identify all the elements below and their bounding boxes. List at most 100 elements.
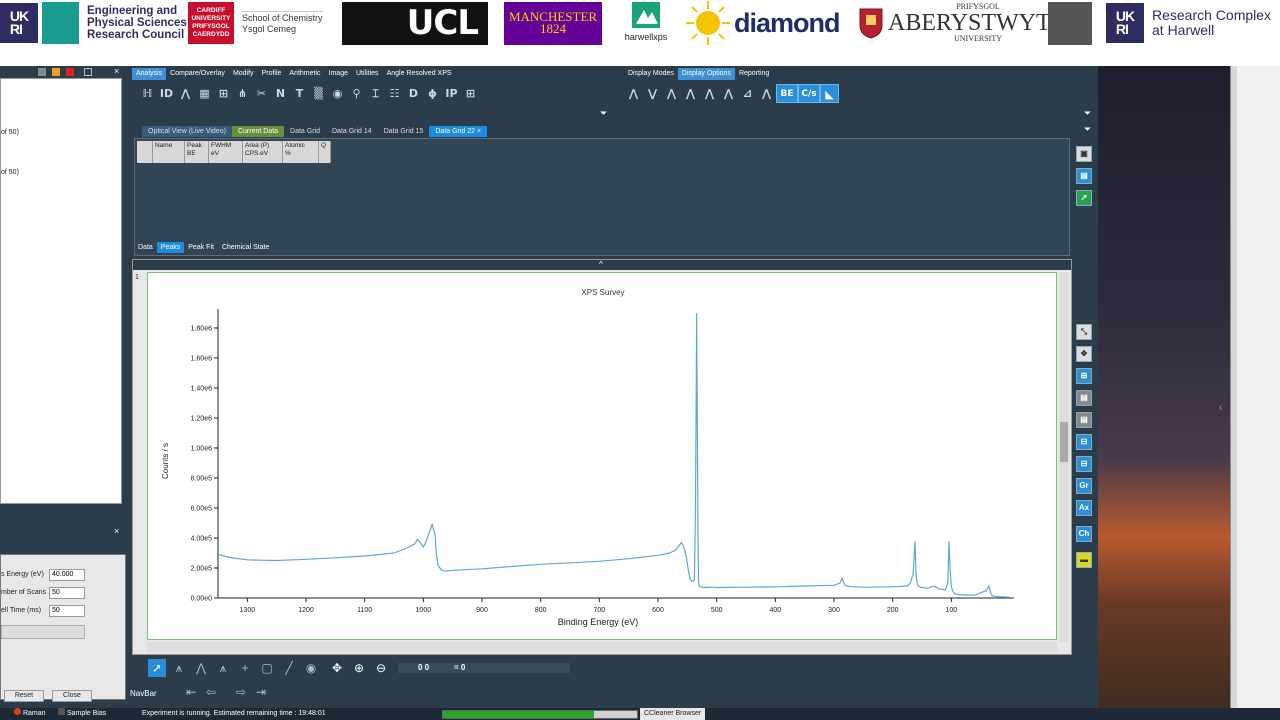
col-q[interactable]: Q — [319, 141, 331, 163]
display-mode-4-icon[interactable]: ⋀ — [681, 84, 700, 103]
grid-layout-icon[interactable]: ⊞ — [1076, 368, 1092, 384]
subtab-chemical-state[interactable]: Chemical State — [218, 242, 273, 253]
display-mode-6-icon[interactable]: ⋀ — [719, 84, 738, 103]
fit-view-icon[interactable]: ⤡ — [1076, 324, 1092, 340]
tab-data-grid-22[interactable]: Data Grid 22 × — [429, 126, 488, 137]
close-button[interactable]: Close — [52, 690, 92, 702]
stack-icon[interactable]: ⌶ — [366, 84, 385, 103]
display-mode-5-icon[interactable]: ⋀ — [700, 84, 719, 103]
layout-4-icon[interactable]: ⊟ — [1076, 434, 1092, 450]
tab-data-grid-15[interactable]: Data Grid 15 — [378, 126, 430, 137]
zoom-in-icon[interactable]: ⊕ — [350, 659, 368, 677]
sample-bias-status[interactable]: Sample Bias — [58, 708, 106, 720]
display-mode-3-icon[interactable]: ⋀ — [662, 84, 681, 103]
ribbon-tab-reporting[interactable]: Reporting — [735, 68, 773, 80]
col-area[interactable]: Area (P) CPS.eV — [243, 141, 283, 163]
expand-ribbon-right-icon[interactable]: ⏷ — [1084, 108, 1094, 118]
col-fwhm[interactable]: FWHM eV — [209, 141, 243, 163]
chart-vscroll-thumb[interactable] — [1060, 422, 1068, 462]
chart-icon[interactable]: ▦ — [195, 84, 214, 103]
ribbon-tab-display-options[interactable]: Display Options — [677, 68, 735, 80]
zoom-out-icon[interactable]: ⊖ — [372, 659, 390, 677]
display-mode-1-icon[interactable]: ⋀ — [624, 84, 643, 103]
nls-icon[interactable]: N — [271, 84, 290, 103]
ribbon-tab-profile[interactable]: Profile — [258, 68, 286, 80]
pause-icon[interactable] — [52, 68, 60, 76]
peak-fit-icon[interactable]: ⋀ — [176, 84, 195, 103]
tab-data-grid[interactable]: Data Grid — [284, 126, 326, 137]
map-icon[interactable]: ▒ — [309, 84, 328, 103]
identify-icon[interactable]: ◉ — [328, 84, 347, 103]
peak-marker-tool-icon[interactable]: ⩚ — [170, 659, 188, 677]
chart-vertical-scrollbar[interactable] — [1059, 272, 1069, 642]
scissors-icon[interactable]: ✂ — [252, 84, 271, 103]
peak-add-tool-icon[interactable]: ⩚ — [214, 659, 232, 677]
nav-prev-icon[interactable]: ⇦ — [202, 683, 220, 701]
dwell-time-field[interactable]: 50 — [49, 605, 85, 617]
pan-tool-icon[interactable]: ✥ — [328, 659, 346, 677]
id-icon[interactable]: ID — [157, 84, 176, 103]
chevron-left-icon[interactable]: ‹ — [1219, 402, 1229, 413]
scrollbar[interactable] — [1231, 66, 1237, 720]
profile-icon[interactable]: ⊞ — [214, 84, 233, 103]
ribbon-tab-utilities[interactable]: Utilities — [352, 68, 383, 80]
tfa-icon[interactable]: T — [290, 84, 309, 103]
phi-icon[interactable]: ϕ — [423, 84, 442, 103]
layout-5-icon[interactable]: ⊟ — [1076, 456, 1092, 472]
number-of-scans-field[interactable]: 50 — [49, 587, 85, 599]
region-tool-icon[interactable]: ⋀ — [192, 659, 210, 677]
chart-horizontal-scrollbar[interactable] — [147, 642, 1057, 652]
raman-status[interactable]: Raman — [14, 708, 46, 720]
peak-id-icon[interactable]: ℍ — [138, 84, 157, 103]
ribbon-tab-compare-overlay[interactable]: Compare/Overlay — [166, 68, 229, 80]
save-icon[interactable]: ▣ — [1076, 146, 1092, 162]
table-icon[interactable]: ☷ — [385, 84, 404, 103]
highlight-icon[interactable]: ▬ — [1076, 552, 1092, 568]
collapse-arrow-icon[interactable]: ^ — [599, 260, 603, 269]
close-icon[interactable]: × — [114, 526, 119, 536]
ribbon-tab-image[interactable]: Image — [325, 68, 352, 80]
tab-current-data[interactable]: Current Data — [231, 126, 285, 137]
ribbon-tab-display-modes[interactable]: Display Modes — [624, 68, 678, 80]
subtab-peak-fit[interactable]: Peak Fit — [184, 242, 218, 253]
layout-2-icon[interactable]: ▤ — [1076, 390, 1092, 406]
nav-next-icon[interactable]: ⇨ — [232, 683, 250, 701]
spectrum-collapse-bar[interactable]: ^ — [133, 260, 1071, 270]
folder-icon[interactable]: ▤ — [1076, 168, 1092, 184]
col-name[interactable]: Name — [153, 141, 185, 163]
ribbon-tab-analysis[interactable]: Analysis — [132, 68, 167, 80]
window-icon[interactable] — [84, 68, 92, 76]
close-icon[interactable]: × — [114, 66, 119, 76]
play-icon[interactable] — [38, 68, 46, 76]
axis-settings-icon[interactable]: Ax — [1076, 500, 1092, 516]
reset-button[interactable]: Reset — [4, 690, 44, 702]
layout-3-icon[interactable]: ▤ — [1076, 412, 1092, 428]
chart-plot-area[interactable]: XPS Survey Binding Energy (eV) Counts / … — [147, 272, 1057, 640]
close-tab-icon[interactable]: × — [477, 128, 481, 135]
channel-icon[interactable]: Ch — [1076, 526, 1092, 542]
subtab-data[interactable]: Data — [134, 242, 157, 253]
ip-icon[interactable]: IP — [442, 84, 461, 103]
smooth-icon[interactable]: ⋔ — [233, 84, 252, 103]
intensity-icon[interactable]: ◣ — [820, 83, 839, 103]
crosshair-tool-icon[interactable]: + — [236, 659, 254, 677]
axis-icon[interactable]: ⊿ — [738, 84, 757, 103]
nav-first-icon[interactable]: ⇤ — [182, 683, 200, 701]
cs-toggle-button[interactable]: C/s — [798, 83, 820, 103]
be-toggle-button[interactable]: BE — [776, 83, 798, 103]
col-atomic-percent[interactable]: Atomic % — [283, 141, 319, 163]
tab-data-grid-14[interactable]: Data Grid 14 — [326, 126, 378, 137]
grid-tool-icon[interactable]: ⊞ — [461, 84, 480, 103]
ribbon-tab-angle-resolved-xps[interactable]: Angle Resolved XPS — [383, 68, 456, 80]
tab-optical-view[interactable]: Optical View (Live Video) — [142, 126, 232, 137]
ribbon-tab-arithmetic[interactable]: Arithmetic — [285, 68, 324, 80]
stack-mode-icon[interactable]: ⋀ — [757, 84, 776, 103]
search-icon[interactable]: ⚲ — [347, 84, 366, 103]
pointer-tool-icon[interactable]: ➚ — [148, 659, 166, 677]
rectangle-tool-icon[interactable]: ▢ — [258, 659, 276, 677]
d-icon[interactable]: D — [404, 84, 423, 103]
graph-icon[interactable]: Gr — [1076, 478, 1092, 494]
col-peak-be[interactable]: Peak BE — [185, 141, 209, 163]
eye-tool-icon[interactable]: ◉ — [302, 659, 320, 677]
expand-ribbon-icon[interactable]: ⏷ — [600, 108, 610, 118]
